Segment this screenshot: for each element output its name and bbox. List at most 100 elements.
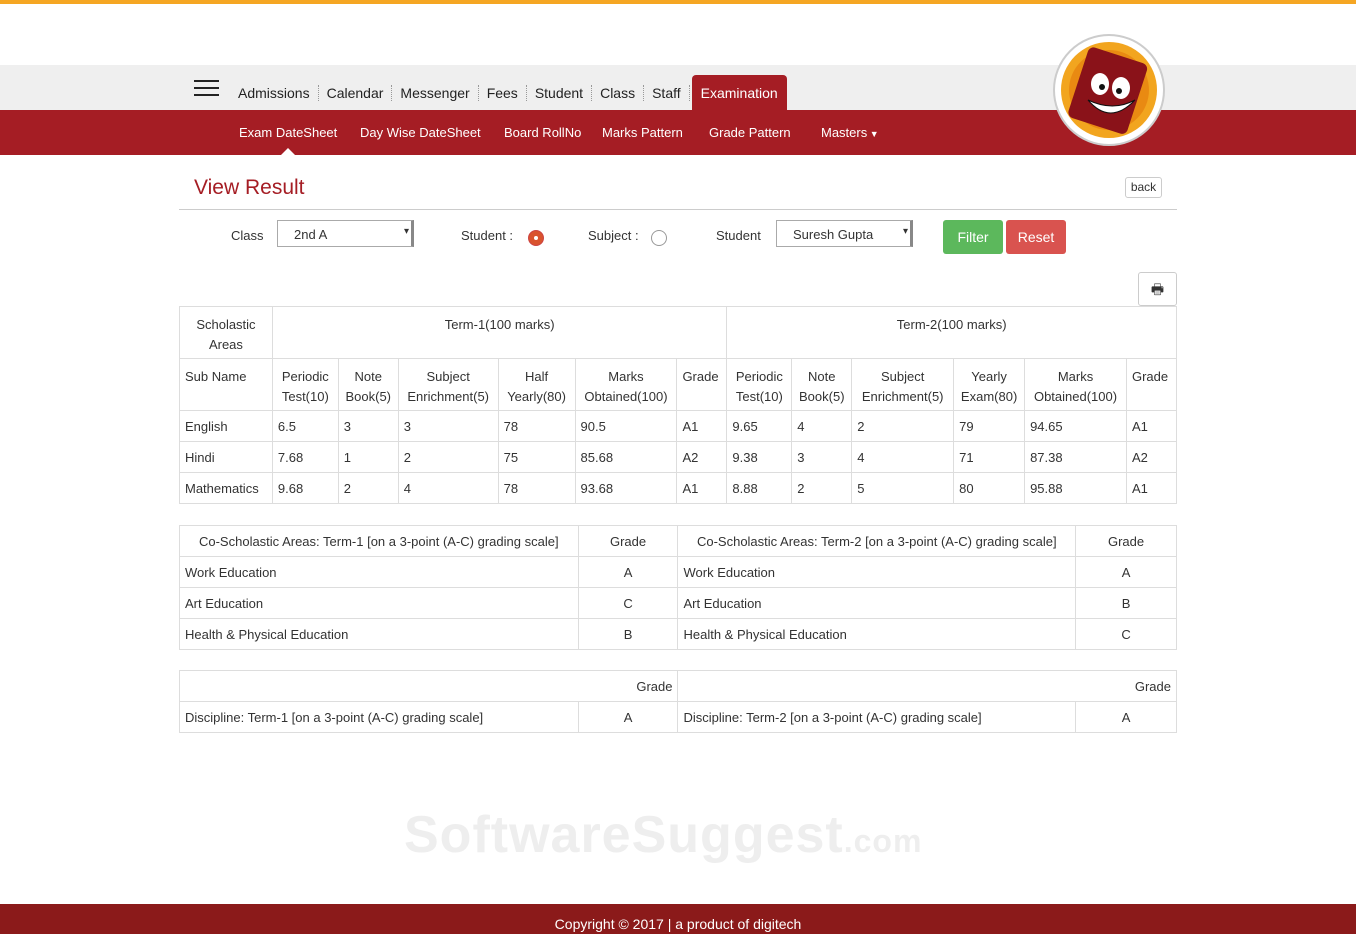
table-cell: 4: [791, 410, 853, 442]
nav-staff[interactable]: Staff: [644, 84, 690, 101]
filter-button[interactable]: Filter: [943, 220, 1003, 254]
student-select[interactable]: Suresh Gupta: [776, 220, 913, 247]
nav-fees[interactable]: Fees: [479, 84, 527, 101]
grade-cell: C: [1075, 618, 1177, 650]
subnav-masters[interactable]: Masters ▼: [821, 125, 879, 140]
discipline-grade-header: Grade: [677, 670, 1177, 702]
table-cell: 78: [497, 410, 576, 442]
nav-calendar[interactable]: Calendar: [319, 84, 393, 101]
column-header: Grade: [1125, 358, 1178, 411]
activity-name: Work Education: [179, 556, 579, 588]
subject-name: Hindi: [179, 441, 273, 473]
table-cell: 93.68: [574, 472, 678, 504]
column-header: Grade: [676, 358, 728, 411]
watermark-text: SoftwareSuggest: [404, 806, 844, 864]
discipline-term1-grade: A: [577, 701, 679, 733]
activity-name: Work Education: [677, 556, 1077, 588]
table-cell: 90.5: [574, 410, 678, 442]
class-label: Class: [231, 228, 264, 243]
student-label: Student: [716, 228, 761, 243]
table-row: English 6.5 3 3 78 90.5 A1 9.65 4 2 79 94.65 A1: [179, 410, 1178, 442]
column-header: Sub Name: [179, 358, 273, 411]
discipline-term1: Discipline: Term-1 [on a 3-point (A-C) g…: [179, 701, 579, 733]
subject-radio[interactable]: [651, 230, 667, 246]
table-cell: 2: [397, 441, 499, 473]
table-cell: 9.68: [271, 472, 339, 504]
table-cell: 4: [851, 441, 955, 473]
footer: Copyright © 2017 | a product of digitech: [0, 904, 1356, 934]
column-header: Note Book(5): [791, 358, 853, 411]
activity-name: Art Education: [677, 587, 1077, 619]
nav-examination[interactable]: Examination: [691, 75, 787, 110]
column-header: Note Book(5): [337, 358, 399, 411]
grade-cell: A: [577, 556, 679, 588]
table-row: Mathematics 9.68 2 4 78 93.68 A1 8.88 2 5 80 95.88 A…: [179, 472, 1178, 504]
page-title: View Result: [194, 176, 305, 199]
watermark-suffix: .com: [843, 823, 923, 859]
discipline-term2-grade: A: [1075, 701, 1177, 733]
nav-messenger[interactable]: Messenger: [392, 84, 479, 101]
table-cell: 4: [397, 472, 499, 504]
table-cell: 3: [397, 410, 499, 442]
table-cell: 80: [953, 472, 1026, 504]
hamburger-menu-icon[interactable]: [194, 80, 219, 97]
table-cell: 5: [851, 472, 955, 504]
student-radio-label: Student :: [461, 228, 514, 243]
student-radio[interactable]: [528, 230, 544, 246]
nav-student[interactable]: Student: [527, 84, 593, 101]
table-cell: 79: [953, 410, 1026, 442]
table-row: Art Education C Art Education B: [179, 587, 1177, 619]
masters-label: Masters: [821, 125, 868, 140]
table-row: Work Education A Work Education A: [179, 556, 1177, 588]
term2-header: Term-2(100 marks): [726, 306, 1177, 359]
activity-name: Health & Physical Education: [179, 618, 579, 650]
column-header: Yearly Exam(80): [953, 358, 1026, 411]
subnav-board-rollno[interactable]: Board RollNo: [504, 125, 581, 140]
class-select[interactable]: 2nd A: [277, 220, 414, 247]
discipline-term2: Discipline: Term-2 [on a 3-point (A-C) g…: [677, 701, 1077, 733]
subject-name: English: [179, 410, 273, 442]
main-menu: Admissions Calendar Messenger Fees Stude…: [230, 75, 787, 110]
print-button[interactable]: 🖶: [1138, 272, 1177, 306]
grade-cell: A: [1075, 556, 1177, 588]
column-header: Periodic Test(10): [271, 358, 339, 411]
term1-header: Term-1(100 marks): [271, 306, 728, 359]
table-cell: 7.68: [271, 441, 339, 473]
subnav-exam-datesheet[interactable]: Exam DateSheet: [239, 125, 337, 140]
table-cell: 3: [337, 410, 399, 442]
nav-admissions[interactable]: Admissions: [230, 84, 319, 101]
subnav-day-wise-datesheet[interactable]: Day Wise DateSheet: [360, 125, 481, 140]
table-cell: 87.38: [1024, 441, 1127, 473]
column-header: Half Yearly(80): [497, 358, 576, 411]
table-cell: 9.38: [726, 441, 793, 473]
nav-class[interactable]: Class: [592, 84, 645, 101]
logo[interactable]: [1053, 34, 1165, 146]
table-row: Hindi 7.68 1 2 75 85.68 A2 9.38 3 4 71 87.38 A2: [179, 441, 1178, 473]
watermark: SoftwareSuggest.com: [404, 805, 922, 865]
table-cell: 95.88: [1024, 472, 1127, 504]
discipline-table: Grade Grade Discipline: Term-1 [on a 3-p…: [178, 670, 1177, 733]
table-cell: 85.68: [574, 441, 678, 473]
scholastic-table: Scholastic Areas Term-1(100 marks) Term-2(…: [179, 306, 1178, 504]
table-cell: 94.65: [1024, 410, 1127, 442]
co-grade-header: Grade: [1075, 525, 1177, 557]
coscholastic-table: Co-Scholastic Areas: Term-1 [on a 3-poin…: [179, 525, 1177, 650]
table-cell: A1: [1125, 410, 1178, 442]
caret-down-icon: ▼: [867, 129, 879, 139]
grade-cell: B: [1075, 587, 1177, 619]
active-indicator-icon: [281, 148, 295, 155]
back-button[interactable]: back: [1125, 177, 1162, 198]
reset-button[interactable]: Reset: [1006, 220, 1066, 254]
table-row: Health & Physical Education B Health & Phy…: [179, 618, 1177, 650]
subnav-grade-pattern[interactable]: Grade Pattern: [709, 125, 791, 140]
table-cell: 6.5: [271, 410, 339, 442]
subnav-marks-pattern[interactable]: Marks Pattern: [602, 125, 683, 140]
table-cell: A2: [676, 441, 728, 473]
top-accent-line: [0, 0, 1356, 4]
table-cell: A1: [1125, 472, 1178, 504]
subject-radio-label: Subject :: [588, 228, 639, 243]
co-term2-header: Co-Scholastic Areas: Term-2 [on a 3-poin…: [677, 525, 1077, 557]
table-cell: 71: [953, 441, 1026, 473]
grade-cell: C: [577, 587, 679, 619]
table-cell: 75: [497, 441, 576, 473]
